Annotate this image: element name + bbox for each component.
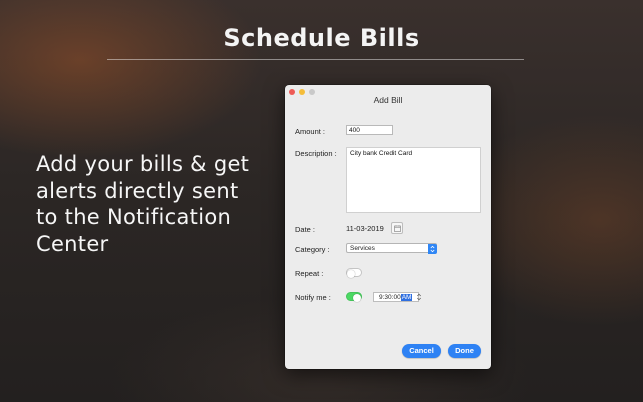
- stepper-icon: [417, 293, 421, 301]
- date-value[interactable]: 11-03-2019: [346, 224, 384, 233]
- category-label: Category :: [295, 245, 330, 254]
- window-title: Add Bill: [373, 95, 403, 105]
- calendar-button[interactable]: [391, 222, 403, 234]
- time-stepper[interactable]: [416, 292, 422, 302]
- repeat-toggle[interactable]: [346, 268, 362, 278]
- category-select[interactable]: Services: [346, 243, 437, 254]
- notify-time-field[interactable]: 9:30:00AM: [373, 292, 419, 302]
- add-bill-window: Add Bill Amount : 400 Description : City…: [285, 85, 491, 369]
- repeat-toggle-knob: [347, 269, 355, 278]
- repeat-label: Repeat :: [295, 269, 324, 278]
- amount-label: Amount :: [295, 127, 326, 136]
- calendar-icon: [394, 225, 401, 232]
- chevron-updown-icon: [430, 245, 434, 252]
- notify-label: Notify me :: [295, 293, 331, 302]
- headline: Schedule Bills: [223, 24, 420, 52]
- headline-divider: [107, 59, 524, 60]
- description-label: Description :: [295, 149, 337, 158]
- notify-time-value: 9:30:00: [379, 294, 401, 301]
- done-button[interactable]: Done: [448, 344, 481, 358]
- notify-toggle-knob: [353, 293, 361, 302]
- category-dropdown-arrow[interactable]: [427, 243, 437, 254]
- notify-toggle[interactable]: [346, 292, 362, 302]
- category-value: Services: [350, 245, 375, 252]
- cancel-button[interactable]: Cancel: [402, 344, 441, 358]
- description-field[interactable]: City bank Credit Card: [346, 147, 481, 213]
- amount-field[interactable]: 400: [346, 125, 393, 135]
- notify-ampm-value[interactable]: AM: [400, 294, 413, 301]
- tagline: Add your bills & get alerts directly sen…: [36, 152, 250, 256]
- date-label: Date :: [295, 225, 316, 234]
